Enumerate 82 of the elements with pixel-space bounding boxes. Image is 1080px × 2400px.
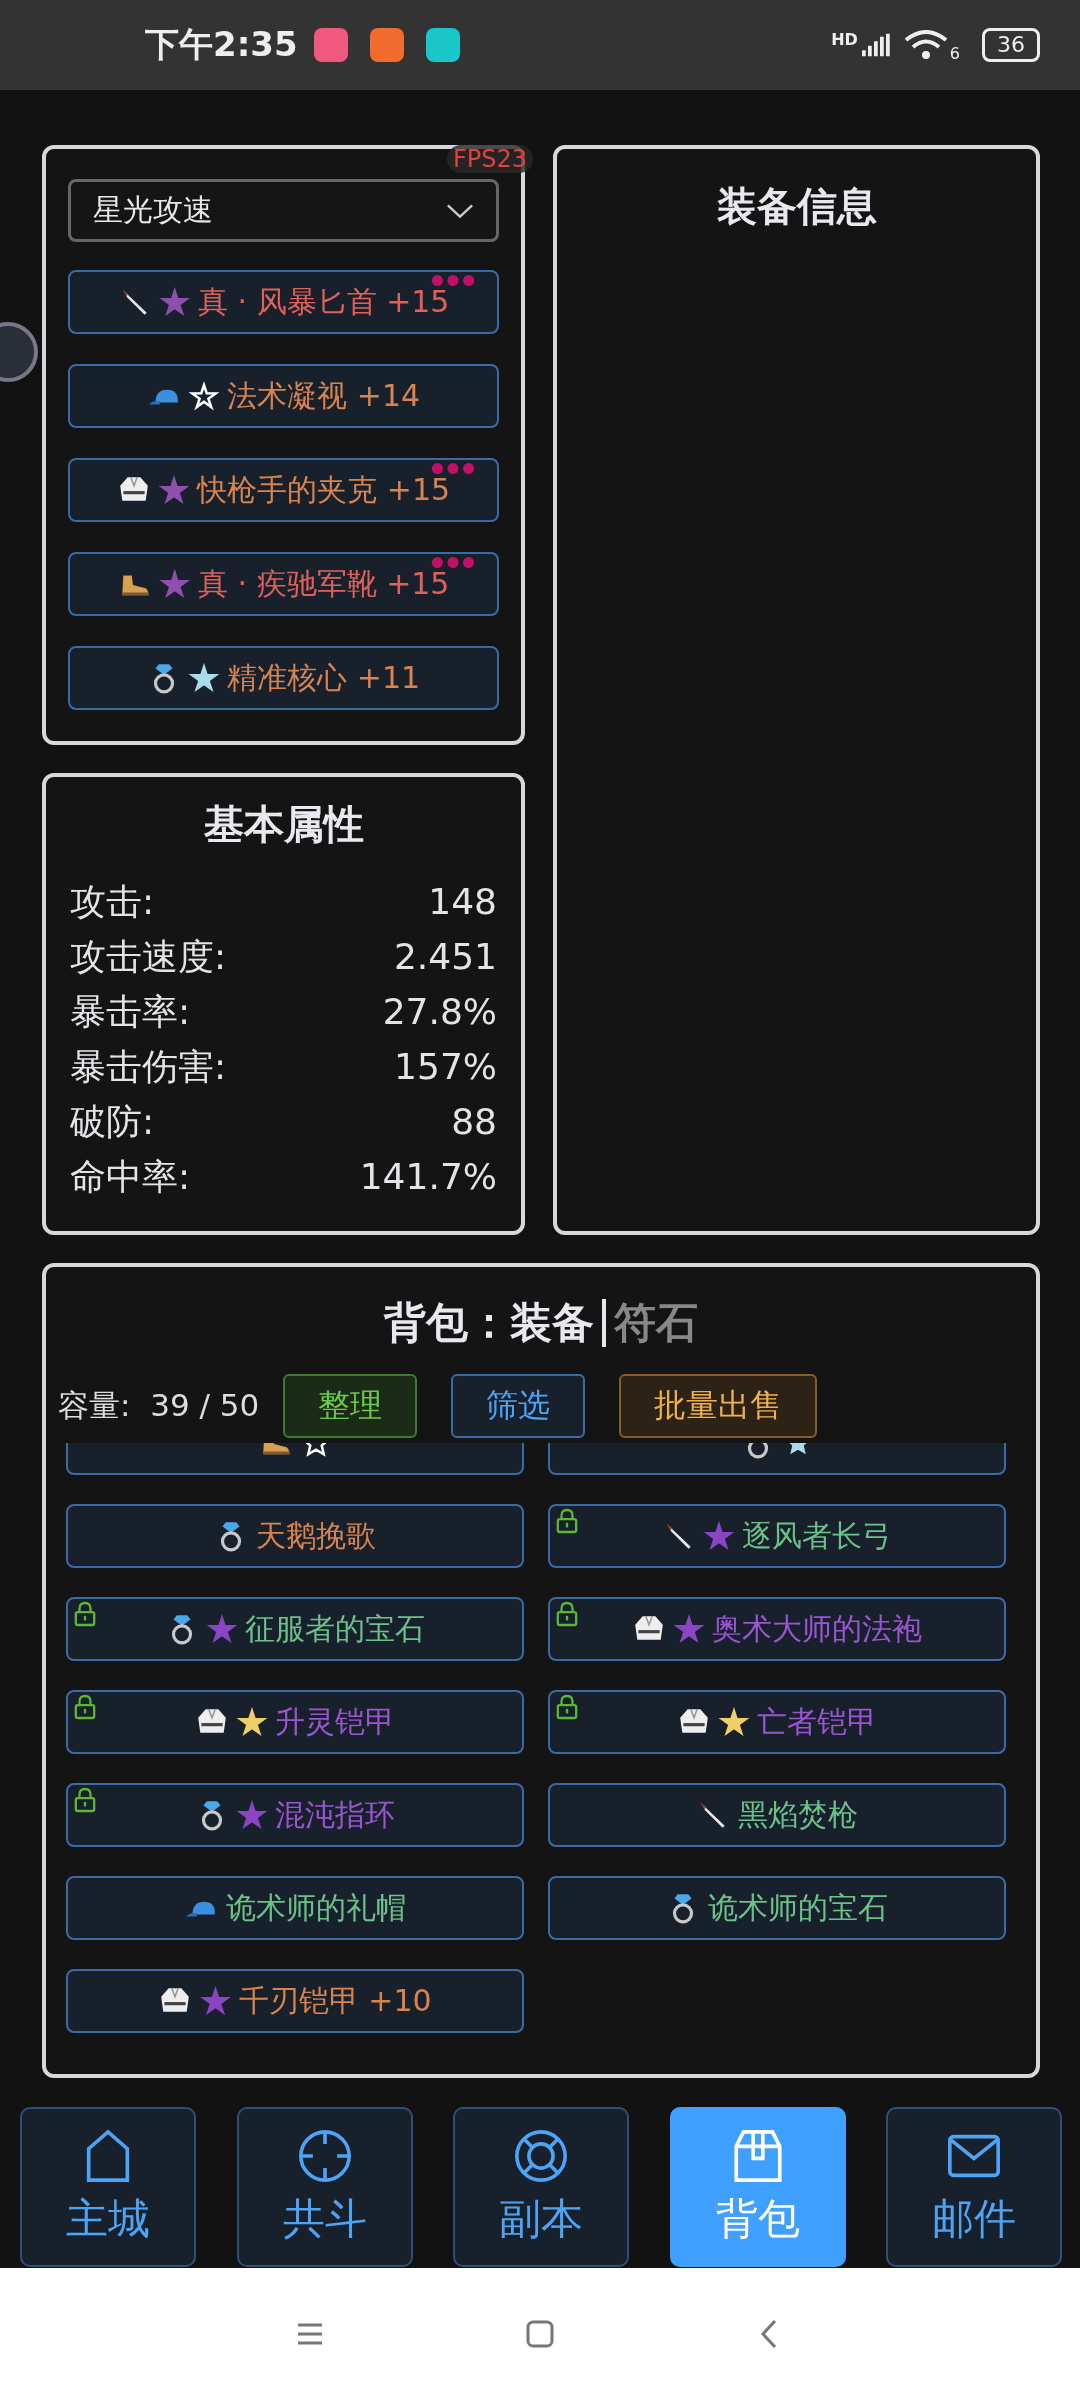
bag-title: 背包： [384,1297,510,1349]
fps-counter: FPS23 [446,145,533,173]
bag-tab[interactable]: 装备 [510,1295,594,1351]
item-name: 亡者铠甲 [757,1702,878,1741]
star-icon: ★ [236,1798,268,1832]
item-name: 法术凝视 +14 [227,376,421,415]
stat-label: 攻击: [70,880,155,924]
wifi-icon [903,30,948,60]
stat-label: 破防: [70,1100,155,1144]
bag-item[interactable]: 诡术师的宝石 [548,1876,1006,1940]
lifebuoy-icon [512,2127,570,2185]
star-icon: ★ [159,567,190,601]
network-label: HD [831,30,858,49]
bag-item[interactable]: ★ 亡者铠甲 [548,1690,1006,1754]
item-name: 黑焰焚枪 [738,1795,858,1834]
app-notification-icon [425,28,460,62]
bag-item[interactable]: ★ 千刃铠甲 +10 [66,1969,524,2033]
item-name: 征服者的宝石 [245,1609,426,1648]
action-button[interactable]: 批量出售 [619,1374,818,1438]
item-name: 快枪手的夹克 +15 [197,470,451,509]
bag-item[interactable]: ★ 奥术大师的法袍 [548,1597,1006,1661]
equipped-item[interactable]: ★ 精准核心 +11 [68,646,499,710]
nav-tab[interactable]: 主城 [20,2107,196,2267]
panel-title: 基本属性 [202,800,365,849]
stat-value: 88 [451,1100,497,1144]
star-icon: ★ [236,1705,268,1739]
equipped-item[interactable]: ★ 真 · 风暴匕首 +15 [68,270,499,334]
stat-label: 暴击伤害: [70,1045,227,1089]
equipped-item[interactable]: ☆ 法术凝视 +14 [68,364,499,428]
equipped-item[interactable]: ★ 快枪手的夹克 +15 [68,458,499,522]
stat-value: 2.451 [393,935,497,979]
item-name: 真 · 疾驰军靴 +15 [198,564,450,603]
battery-indicator: 36 [982,28,1040,62]
item-name: 诡术师的宝石 [708,1888,888,1927]
star-icon: ★ [703,1519,735,1553]
bag-tab[interactable]: 符石 [614,1295,698,1351]
chevron-down-icon [446,202,474,219]
stat-value: 148 [428,880,497,924]
bag-item[interactable]: ★ 逐风者长弓 [548,1504,1006,1568]
bag-item[interactable]: ★ 征服者的宝石 [66,1597,524,1661]
bag-item[interactable]: 诡术师的礼帽 [66,1876,524,1940]
nav-tab[interactable]: 共斗 [236,2107,413,2267]
star-icon: ★ [158,473,190,507]
action-button[interactable]: 整理 [283,1374,418,1438]
stat-label: 攻击速度: [70,935,227,979]
star-icon: ★ [200,1984,231,2018]
star-icon: ☆ [188,379,220,413]
item-name: 逐风者长弓 [742,1516,893,1555]
preset-dropdown[interactable]: 星光攻速 [68,179,499,242]
stat-value: 141.7% [359,1155,497,1199]
app-notification-icon [369,28,404,62]
clock: 下午2:35 [145,23,298,66]
equipped-item[interactable]: ★ 真 · 疾驰军靴 +15 [68,552,499,616]
stat-value: 27.8% [382,990,497,1034]
stat-label: 命中率: [70,1155,191,1199]
item-name: 混沌指环 [275,1795,396,1834]
star-icon: ★ [673,1612,705,1646]
stat-label: 暴击率: [70,990,191,1034]
capacity-label: 容量: 39 / 50 [58,1386,260,1425]
star-icon: ★ [206,1612,238,1646]
item-name: 千刃铠甲 +10 [238,1981,432,2020]
action-button[interactable]: 筛选 [451,1374,586,1438]
bag-item[interactable]: ★ 混沌指环 [66,1783,524,1847]
bag-item[interactable]: 黑焰焚枪 [548,1783,1006,1847]
star-icon: ★ [159,285,190,319]
item-name: 升灵铠甲 [275,1702,396,1741]
wifi-label: 6 [949,43,960,63]
item-name: 诡术师的礼帽 [226,1888,406,1927]
nav-tab[interactable]: 邮件 [886,2107,1062,2267]
bag-item[interactable]: ★ 升灵铠甲 [66,1690,524,1754]
nav-tab[interactable]: 副本 [453,2107,629,2267]
app-notification-icon [313,28,348,62]
star-icon: ★ [188,661,220,695]
stat-value: 157% [394,1045,497,1089]
panel-title: 装备信息 [715,182,878,231]
item-name: 天鹅挽歌 [256,1516,376,1555]
item-name: 奥术大师的法袍 [712,1609,923,1648]
home-button-icon[interactable] [525,2319,555,2349]
star-icon: ★ [718,1705,750,1739]
bag-item[interactable]: 天鹅挽歌 [66,1504,524,1568]
item-name: 真 · 风暴匕首 +15 [198,282,450,321]
item-name: 精准核心 +11 [227,658,421,697]
